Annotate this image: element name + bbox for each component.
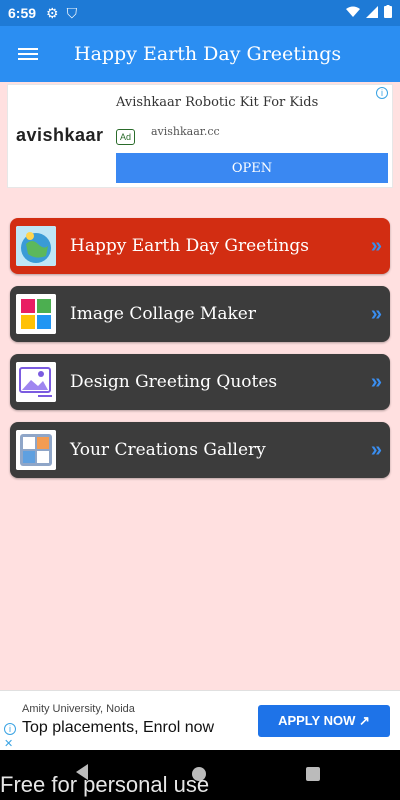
bottom-ad-subtitle: Amity University, Noida: [22, 703, 135, 715]
menu-item-happy-earth-day-greetings[interactable]: Happy Earth Day Greetings »: [10, 218, 390, 274]
apply-now-label: APPLY NOW: [278, 713, 356, 728]
settings-icon: ⚙: [46, 4, 59, 21]
menu-item-image-collage-maker[interactable]: Image Collage Maker »: [10, 286, 390, 342]
ad-info-icon[interactable]: i: [376, 87, 388, 99]
image-edit-icon: [16, 362, 56, 402]
menu-item-your-creations-gallery[interactable]: Your Creations Gallery »: [10, 422, 390, 478]
top-ad-banner[interactable]: avishkaar Avishkaar Robotic Kit For Kids…: [7, 84, 393, 188]
status-time: 6:59: [8, 5, 37, 21]
battery-icon: [384, 5, 392, 21]
watermark-text: Free for personal use: [0, 772, 210, 797]
ad-headline[interactable]: Avishkaar Robotic Kit For Kids: [116, 95, 318, 110]
app-bar: Happy Earth Day Greetings: [0, 26, 400, 82]
wifi-icon: [346, 5, 360, 21]
menu-item-label: Happy Earth Day Greetings: [70, 236, 310, 256]
double-chevron-right-icon: »: [370, 234, 382, 257]
ad-url: avishkaar.cc: [151, 125, 220, 138]
bottom-ad-title[interactable]: Top placements, Enrol now: [22, 719, 214, 737]
recent-apps-icon[interactable]: [306, 767, 320, 781]
apply-now-button[interactable]: APPLY NOW ↗: [258, 705, 390, 737]
earth-day-thumbnail-icon: [16, 226, 56, 266]
menu-item-label: Design Greeting Quotes: [70, 372, 278, 392]
menu-item-design-greeting-quotes[interactable]: Design Greeting Quotes »: [10, 354, 390, 410]
bottom-ad-banner[interactable]: i ✕ Amity University, Noida Top placemen…: [0, 690, 400, 750]
ad-logo: avishkaar: [16, 125, 104, 145]
ad-badge: Ad: [116, 129, 136, 145]
status-bar: 6:59 ⚙ ⛉: [0, 0, 400, 26]
shield-icon: ⛉: [66, 4, 78, 21]
double-chevron-right-icon: »: [370, 370, 382, 393]
external-link-icon: ↗: [359, 713, 370, 728]
ad-info-icon[interactable]: i: [4, 723, 16, 735]
collage-grid-icon: [16, 294, 56, 334]
menu-icon[interactable]: [0, 26, 56, 82]
signal-icon: [366, 5, 378, 21]
app-title: Happy Earth Day Greetings: [74, 43, 342, 65]
ad-close-icon[interactable]: ✕: [4, 737, 13, 750]
double-chevron-right-icon: »: [370, 438, 382, 461]
double-chevron-right-icon: »: [370, 302, 382, 325]
gallery-icon: [16, 430, 56, 470]
menu-item-label: Your Creations Gallery: [70, 440, 266, 460]
menu-item-label: Image Collage Maker: [70, 304, 256, 324]
ad-open-button[interactable]: OPEN: [116, 153, 388, 183]
